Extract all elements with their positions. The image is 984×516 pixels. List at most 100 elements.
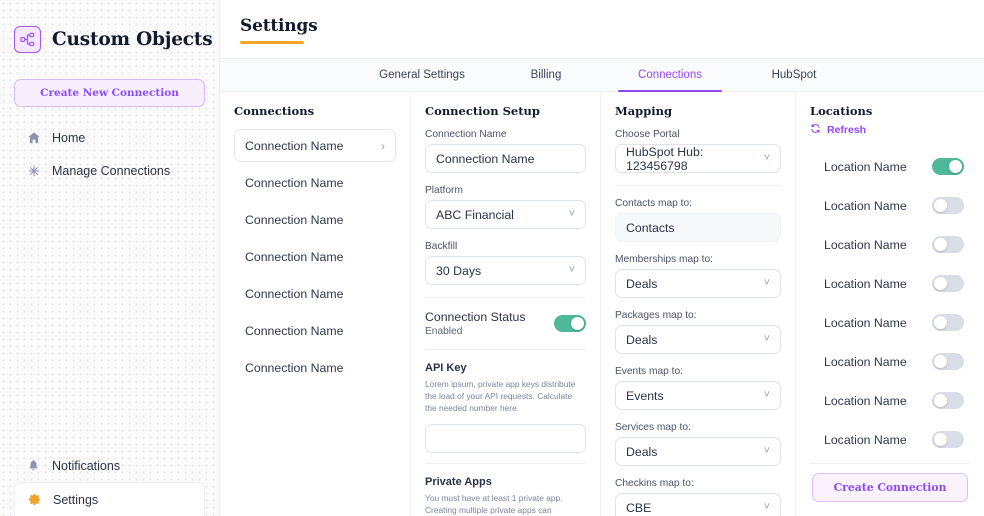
location-row: Location Name xyxy=(810,147,970,186)
contacts-map-label: Contacts map to: xyxy=(615,198,693,209)
tab-billing[interactable]: Billing xyxy=(484,59,608,91)
location-row: Location Name xyxy=(810,186,970,225)
backfill-select[interactable]: 30 Days ˅ xyxy=(425,256,586,285)
location-toggle[interactable] xyxy=(932,392,964,409)
columns-container: Connections Connection Name › Connection… xyxy=(220,92,984,516)
toggle-knob xyxy=(934,316,947,329)
connection-setup-title: Connection Setup xyxy=(425,104,540,118)
chevron-down-icon: ˅ xyxy=(763,501,770,513)
chevron-down-icon: ˅ xyxy=(763,333,770,345)
choose-portal-select[interactable]: HubSpot Hub: 123456798 ˅ xyxy=(615,144,781,173)
connection-list-item[interactable]: Connection Name xyxy=(234,203,396,236)
location-toggle[interactable] xyxy=(932,314,964,331)
connection-list-item[interactable]: Connection Name xyxy=(234,240,396,273)
memberships-map-label: Memberships map to: xyxy=(615,254,713,265)
connection-list-item[interactable]: Connection Name xyxy=(234,351,396,384)
connection-list-item-label: Connection Name xyxy=(245,323,344,338)
connection-name-input[interactable]: Connection Name xyxy=(425,144,586,173)
platform-select[interactable]: ABC Financial ˅ xyxy=(425,200,586,229)
app-root: Custom Objects Create New Connection Hom… xyxy=(0,0,984,516)
connection-list-item[interactable]: Connection Name › xyxy=(234,129,396,162)
location-toggle[interactable] xyxy=(932,236,964,253)
location-name-label: Location Name xyxy=(824,393,907,408)
sidebar-item-home[interactable]: Home xyxy=(14,121,205,154)
tab-general-settings[interactable]: General Settings xyxy=(360,59,484,91)
connection-list-item-label: Connection Name xyxy=(245,286,344,301)
location-name-label: Location Name xyxy=(824,237,907,252)
create-connection-button[interactable]: Create Connection xyxy=(812,473,968,502)
page-title: Settings xyxy=(240,16,318,36)
events-map-label: Events map to: xyxy=(615,366,683,377)
create-new-connection-button[interactable]: Create New Connection xyxy=(14,79,205,107)
refresh-button[interactable]: Refresh xyxy=(810,123,970,137)
platform-label: Platform xyxy=(425,185,463,196)
checkins-map-select[interactable]: CBE ˅ xyxy=(615,493,781,516)
refresh-icon xyxy=(810,123,821,137)
connection-status-toggle[interactable] xyxy=(554,315,586,332)
memberships-map-value: Deals xyxy=(626,276,658,291)
sidebar-item-home-label: Home xyxy=(52,130,86,145)
tab-hubspot[interactable]: HubSpot xyxy=(732,59,856,91)
connection-list-item[interactable]: Connection Name xyxy=(234,166,396,199)
sidebar-item-notifications-label: Notifications xyxy=(52,458,121,473)
locations-column: Locations Refresh Location Name Location… xyxy=(795,92,984,516)
private-apps-help-text: You must have at least 1 private app. Cr… xyxy=(425,492,563,515)
sidebar-item-notifications[interactable]: Notifications xyxy=(14,449,205,482)
location-row: Location Name xyxy=(810,342,970,381)
sidebar-item-manage-connections[interactable]: Manage Connections xyxy=(14,154,205,187)
location-toggle[interactable] xyxy=(932,431,964,448)
location-name-label: Location Name xyxy=(824,159,907,174)
setup-divider xyxy=(425,297,586,298)
sidebar-item-manage-connections-label: Manage Connections xyxy=(52,163,171,178)
chevron-down-icon: ˅ xyxy=(763,445,770,457)
api-key-input[interactable] xyxy=(425,423,586,453)
connection-list-item-label: Connection Name xyxy=(245,175,344,190)
tab-connections[interactable]: Connections xyxy=(608,59,732,93)
checkins-map-value: CBE xyxy=(626,500,652,515)
sidebar-item-settings[interactable]: Settings xyxy=(14,482,205,516)
chevron-down-icon: ˅ xyxy=(763,152,770,164)
bell-icon xyxy=(26,458,41,473)
brand: Custom Objects xyxy=(0,0,219,53)
connection-list-item-label: Connection Name xyxy=(245,249,344,264)
connection-list-item[interactable]: Connection Name xyxy=(234,277,396,310)
location-row: Location Name xyxy=(810,264,970,303)
packages-map-select[interactable]: Deals ˅ xyxy=(615,325,781,354)
connection-list-item[interactable]: Connection Name xyxy=(234,314,396,347)
connection-setup-column: Connection Setup Connection Name Connect… xyxy=(410,92,600,516)
private-apps-title: Private Apps xyxy=(425,475,492,488)
toggle-knob xyxy=(934,394,947,407)
choose-portal-value: HubSpot Hub: 123456798 xyxy=(626,144,704,173)
packages-map-label: Packages map to: xyxy=(615,310,697,321)
checkins-map-label: Checkins map to: xyxy=(615,478,694,489)
connection-list-item-label: Connection Name xyxy=(245,360,344,375)
mapping-title: Mapping xyxy=(615,104,673,118)
memberships-map-select[interactable]: Deals ˅ xyxy=(615,269,781,298)
location-row: Location Name xyxy=(810,225,970,264)
location-row: Location Name xyxy=(810,303,970,342)
custom-objects-logo-icon xyxy=(14,26,41,53)
page-header: Settings xyxy=(220,0,984,58)
location-row: Location Name xyxy=(810,420,970,459)
platform-select-value: ABC Financial xyxy=(436,207,514,222)
brand-title: Custom Objects xyxy=(52,29,213,50)
location-toggle[interactable] xyxy=(932,158,964,175)
backfill-label: Backfill xyxy=(425,241,458,252)
refresh-label: Refresh xyxy=(827,124,867,136)
services-map-select[interactable]: Deals ˅ xyxy=(615,437,781,466)
connection-name-label: Connection Name xyxy=(425,129,507,140)
locations-divider xyxy=(810,463,970,464)
main-content: Settings General Settings Billing Connec… xyxy=(220,0,984,516)
location-toggle[interactable] xyxy=(932,275,964,292)
sidebar: Custom Objects Create New Connection Hom… xyxy=(0,0,220,516)
connection-status-row: Connection Status Enabled xyxy=(425,310,586,337)
private-apps-divider xyxy=(425,462,586,464)
location-toggle[interactable] xyxy=(932,353,964,370)
locations-title: Locations xyxy=(810,104,873,118)
backfill-select-value: 30 Days xyxy=(436,263,482,278)
events-map-select[interactable]: Events ˅ xyxy=(615,381,781,410)
gear-icon xyxy=(27,492,42,507)
location-toggle[interactable] xyxy=(932,197,964,214)
api-key-title: API Key xyxy=(425,362,467,374)
sidebar-nav-bottom: Notifications Settings xyxy=(0,449,219,516)
